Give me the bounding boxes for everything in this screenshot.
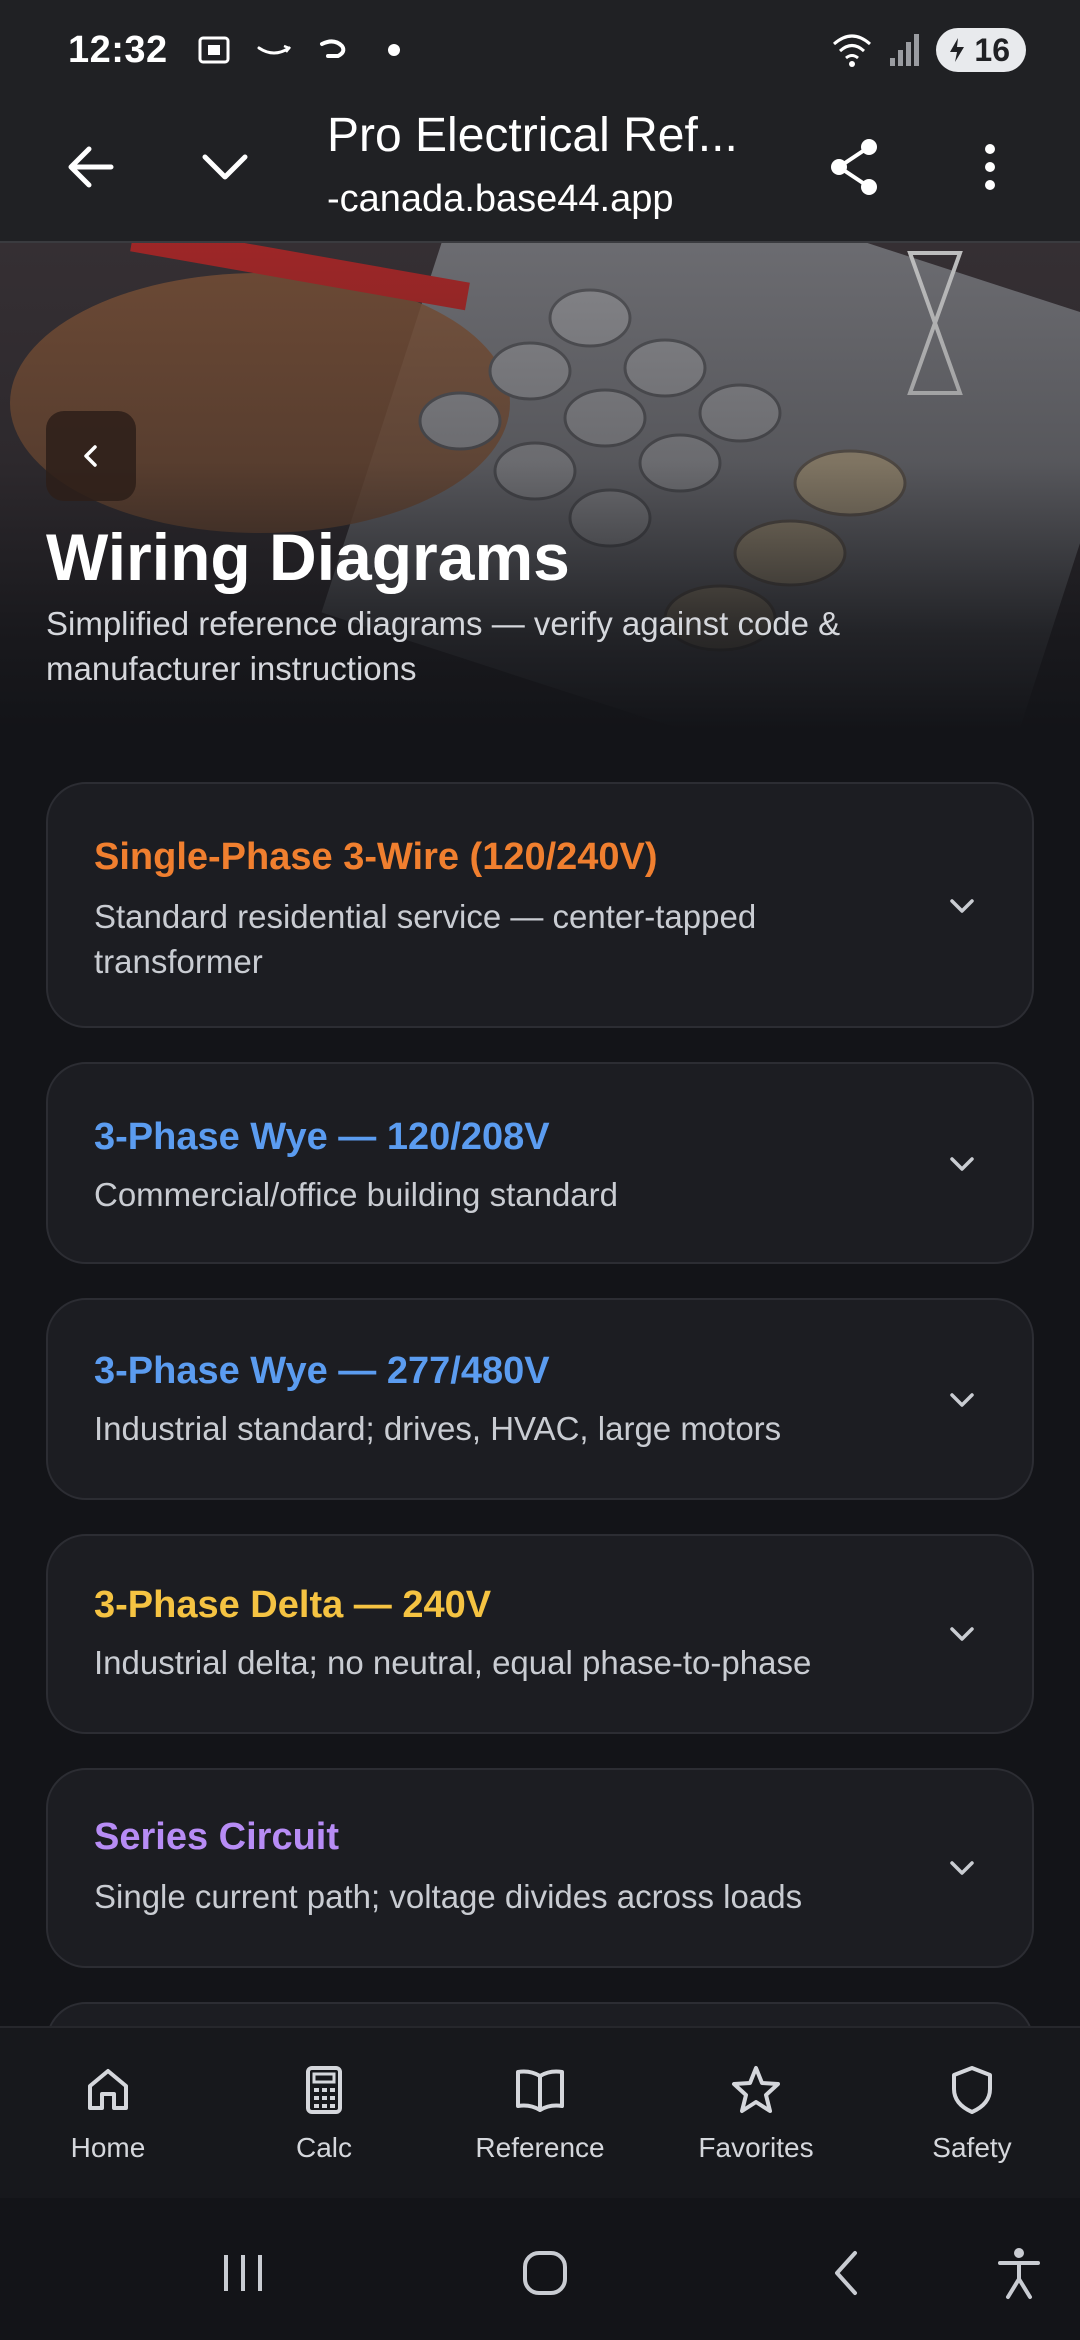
book-icon bbox=[516, 2069, 564, 2112]
chevron-down-icon bbox=[950, 1627, 974, 1641]
nav-label: Calc bbox=[295, 2132, 352, 2163]
home-system-button[interactable] bbox=[510, 2238, 580, 2308]
calculator-icon bbox=[306, 2066, 342, 2114]
more-options-button[interactable] bbox=[945, 122, 1035, 212]
section-subtitle: Simplified reference diagrams — verify a… bbox=[46, 605, 841, 687]
accessibility-icon bbox=[998, 2248, 1040, 2299]
dot-icon bbox=[387, 44, 400, 56]
chevron-down-icon bbox=[950, 1393, 974, 1407]
chevron-down-icon bbox=[950, 1157, 974, 1171]
share-button[interactable] bbox=[810, 122, 900, 212]
page-url[interactable]: -canada.base44.app bbox=[327, 178, 674, 221]
system-navigation-bar bbox=[0, 2198, 1080, 2340]
chevron-down-icon bbox=[950, 1861, 974, 1875]
card-title: Single-Phase 3-Wire (120/240V) bbox=[94, 836, 658, 878]
nav-reference[interactable]: Reference bbox=[432, 2028, 648, 2198]
chevron-down-icon bbox=[950, 899, 974, 913]
browser-toolbar: Pro Electrical Ref... -canada.base44.app bbox=[0, 100, 1080, 243]
system-back-button[interactable] bbox=[812, 2238, 882, 2308]
more-vertical-icon bbox=[985, 144, 995, 190]
card-description: Industrial standard; drives, HVAC, large… bbox=[94, 1410, 782, 1447]
nav-label: Favorites bbox=[698, 2132, 814, 2163]
chevron-left-icon bbox=[84, 445, 97, 467]
recent-apps-button[interactable] bbox=[208, 2238, 278, 2308]
signal-icon bbox=[890, 34, 920, 66]
accessibility-button[interactable] bbox=[984, 2238, 1054, 2308]
nav-safety[interactable]: Safety bbox=[864, 2028, 1080, 2198]
diagram-card-wye-480[interactable]: 3-Phase Wye — 277/480V Industrial standa… bbox=[46, 1298, 1034, 1500]
page-title: Pro Electrical Ref... bbox=[327, 109, 738, 162]
card-description: Industrial delta; no neutral, equal phas… bbox=[94, 1644, 812, 1681]
card-description: Standard residential service — center-ta… bbox=[94, 898, 757, 980]
hero-banner: Wiring Diagrams Simplified reference dia… bbox=[0, 243, 1080, 730]
notification-icon bbox=[319, 39, 346, 58]
card-title: 3-Phase Delta — 240V bbox=[94, 1584, 492, 1626]
arrow-left-icon bbox=[68, 146, 114, 188]
star-icon bbox=[732, 2066, 780, 2113]
bottom-navigation: Home Calc Reference Favorites Safety bbox=[0, 2026, 1080, 2198]
wifi-icon bbox=[833, 34, 872, 67]
diagram-card-series-circuit[interactable]: Series Circuit Single current path; volt… bbox=[46, 1768, 1034, 1968]
recent-apps-icon bbox=[224, 2255, 262, 2291]
section-title: Wiring Diagrams bbox=[46, 520, 570, 594]
hero-back-button[interactable] bbox=[46, 411, 136, 501]
home-icon bbox=[88, 2069, 128, 2110]
back-button[interactable] bbox=[46, 122, 136, 212]
back-icon bbox=[835, 2251, 857, 2295]
battery-icon bbox=[950, 38, 965, 62]
amazon-icon bbox=[257, 44, 291, 55]
card-description: Single current path; voltage divides acr… bbox=[94, 1878, 803, 1915]
nav-label: Safety bbox=[932, 2132, 1012, 2163]
share-icon bbox=[831, 139, 877, 195]
diagram-card-delta-240[interactable]: 3-Phase Delta — 240V Industrial delta; n… bbox=[46, 1534, 1034, 1734]
status-time: 12:32 bbox=[68, 28, 168, 71]
screenshot-icon bbox=[198, 36, 230, 64]
nav-favorites[interactable]: Favorites bbox=[648, 2028, 864, 2198]
diagram-card-single-phase[interactable]: Single-Phase 3-Wire (120/240V) Standard … bbox=[46, 782, 1034, 1028]
diagram-card-wye-208[interactable]: 3-Phase Wye — 120/208V Commercial/office… bbox=[46, 1062, 1034, 1264]
battery-indicator: 16 bbox=[936, 28, 1026, 72]
battery-level: 16 bbox=[974, 31, 1010, 68]
status-bar: 12:32 16 bbox=[0, 0, 1080, 100]
minimize-button[interactable] bbox=[180, 122, 270, 212]
chevron-down-icon bbox=[202, 154, 248, 180]
nav-calc[interactable]: Calc bbox=[216, 2028, 432, 2198]
nav-home[interactable]: Home bbox=[0, 2028, 216, 2198]
home-circle-icon bbox=[523, 2251, 567, 2295]
card-title: 3-Phase Wye — 120/208V bbox=[94, 1116, 550, 1158]
card-description: Commercial/office building standard bbox=[94, 1176, 618, 1213]
card-title: 3-Phase Wye — 277/480V bbox=[94, 1350, 550, 1392]
card-title: Series Circuit bbox=[94, 1816, 339, 1858]
nav-label: Home bbox=[70, 2132, 146, 2163]
shield-icon bbox=[952, 2066, 992, 2114]
nav-label: Reference bbox=[475, 2132, 605, 2163]
